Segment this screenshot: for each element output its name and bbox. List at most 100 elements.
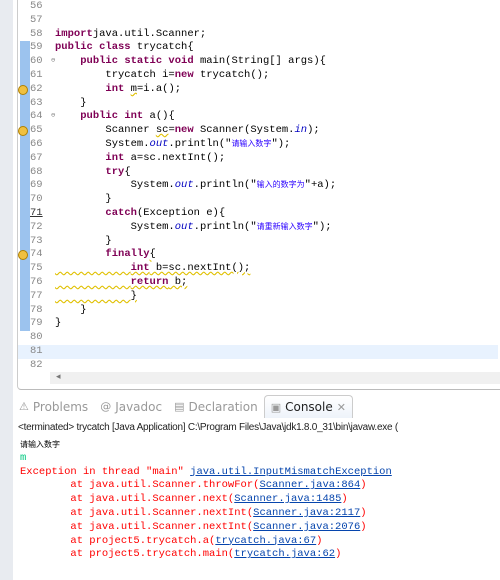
code-line[interactable]: 76 return b; <box>18 276 498 290</box>
code-line[interactable]: 66 System.out.println("请输入数字"); <box>18 138 498 152</box>
tab-javadoc[interactable]: @ Javadoc <box>94 395 168 418</box>
code-line[interactable]: 59 public class trycatch{ <box>18 41 498 56</box>
tab-declaration[interactable]: ▤ Declaration <box>168 395 264 418</box>
code-line[interactable]: 65 Scanner sc=new Scanner(System.in); <box>18 124 498 138</box>
code-line[interactable]: 69 System.out.println("输入的数字为"+a); <box>18 179 498 194</box>
code-line[interactable]: 80 <box>18 331 498 345</box>
code-token: .println(" <box>193 220 257 233</box>
change-bar <box>20 262 30 276</box>
code-token: return <box>130 276 169 288</box>
warning-icon[interactable] <box>18 84 28 95</box>
code-line[interactable]: 77 } <box>18 289 498 304</box>
console-output[interactable]: 请输入数字 m Exception in thread "main" java.… <box>20 438 498 562</box>
stack-frame: at java.util.Scanner.throwFor(Scanner.ja… <box>20 479 498 493</box>
code-token: a=sc.nextInt(); <box>124 151 226 164</box>
code-token: trycatch(); <box>193 69 270 81</box>
horizontal-scrollbar[interactable]: ◂ <box>50 372 500 384</box>
source-link[interactable]: trycatch.java:67 <box>215 535 316 547</box>
exception-link[interactable]: java.util.InputMismatchException <box>190 466 392 478</box>
code-editor[interactable]: 56 57 58 importjava.util.Scanner; 59 public c… <box>0 0 500 390</box>
line-number: 62 <box>30 82 43 95</box>
code-line[interactable]: 81 <box>18 345 498 359</box>
code-token: trycatch i= <box>55 69 175 81</box>
change-bar <box>20 151 30 166</box>
line-number: 74 <box>30 248 43 261</box>
line-number: 67 <box>30 151 43 164</box>
code-token: java.util.Scanner; <box>92 27 207 40</box>
code-text: try{ <box>55 166 130 180</box>
code-line[interactable]: 64 ⊖ public int a(){ <box>18 110 498 125</box>
code-token: in <box>294 124 308 137</box>
code-line[interactable]: 74 finally{ <box>18 248 498 263</box>
source-link[interactable]: Scanner.java:1485 <box>234 493 341 505</box>
change-bar <box>20 276 30 290</box>
change-bar <box>20 220 30 235</box>
source-link[interactable]: Scanner.java:864 <box>259 479 360 491</box>
code-token: Scanner <box>55 124 156 137</box>
code-token: "); <box>312 220 332 233</box>
code-token: ); <box>307 124 320 137</box>
tab-label: Problems <box>32 399 89 414</box>
code-token: "+a); <box>304 179 337 192</box>
code-text: finally{ <box>55 248 155 262</box>
source-link[interactable]: trycatch.java:62 <box>234 548 335 560</box>
code-token: b=sc.nextInt(); <box>149 262 251 275</box>
change-bar <box>20 110 30 125</box>
code-token: "); <box>271 138 291 150</box>
stack-frame: at project5.trycatch.a(trycatch.java:67) <box>20 535 498 549</box>
code-text: System.out.println("请重新输入数字"); <box>55 221 332 235</box>
code-line[interactable]: 72 System.out.println("请重新输入数字"); <box>18 220 498 235</box>
code-line[interactable]: 79} <box>18 317 498 332</box>
code-line[interactable]: 60 ⊖ public static void main(String[] arg… <box>18 55 498 69</box>
code-text: catch(Exception e){ <box>55 207 225 221</box>
code-line[interactable]: 58 importjava.util.Scanner; <box>18 28 498 42</box>
code-line[interactable]: 57 <box>18 14 498 28</box>
code-text: return b; <box>55 276 188 290</box>
code-token: public class <box>55 41 131 54</box>
frame-close: ) <box>360 479 367 492</box>
code-line[interactable]: 78 } <box>18 303 498 318</box>
code-line[interactable]: 82 <box>18 359 498 373</box>
code-line[interactable]: 67 int a=sc.nextInt(); <box>18 151 498 166</box>
code-text: int b=sc.nextInt(); <box>55 262 251 276</box>
code-line[interactable]: 75 int b=sc.nextInt(); <box>18 262 498 276</box>
source-link[interactable]: Scanner.java:2076 <box>253 521 360 533</box>
code-line[interactable]: 63 } <box>18 96 498 111</box>
code-line[interactable]: 62 int m=i.a(); <box>18 82 498 97</box>
code-line[interactable]: 68 try{ <box>18 165 498 180</box>
code-token: a(){ <box>143 110 175 123</box>
code-token: out <box>174 220 194 233</box>
code-text: System.out.println("输入的数字为"+a); <box>55 179 337 193</box>
close-icon[interactable]: ✕ <box>337 401 346 414</box>
code-token: int <box>105 151 125 164</box>
line-number: 79 <box>30 317 43 330</box>
tab-console[interactable]: ▣ Console ✕ <box>263 395 353 418</box>
code-line[interactable]: 56 <box>18 0 498 14</box>
scroll-left-icon[interactable]: ◂ <box>56 372 61 382</box>
code-line[interactable]: 61 trycatch i=new trycatch(); <box>18 69 498 83</box>
tab-problems[interactable]: ⚠ Problems <box>13 395 94 418</box>
line-number: 75 <box>30 262 43 275</box>
line-number: 70 <box>30 193 43 206</box>
tab-label: Javadoc <box>115 399 163 414</box>
editor-body[interactable]: 56 57 58 importjava.util.Scanner; 59 public c… <box>17 0 500 390</box>
change-bar <box>20 289 30 304</box>
stack-frame: at java.util.Scanner.next(Scanner.java:1… <box>20 493 498 507</box>
code-line[interactable]: 71 catch(Exception e){ <box>18 207 498 221</box>
code-text: } <box>55 290 137 304</box>
code-line[interactable]: 70 } <box>18 193 498 207</box>
code-token: b; <box>168 276 188 288</box>
code-text: public static void main(String[] args){ <box>55 55 326 69</box>
change-bar <box>20 96 30 111</box>
source-link[interactable]: Scanner.java:2117 <box>253 507 360 519</box>
code-line[interactable]: 73 } <box>18 234 498 249</box>
change-bar <box>20 165 30 180</box>
change-bar <box>20 234 30 249</box>
code-text: int m=i.a(); <box>55 83 181 97</box>
code-token: Scanner(System. <box>193 124 295 137</box>
line-number: 81 <box>30 345 43 357</box>
